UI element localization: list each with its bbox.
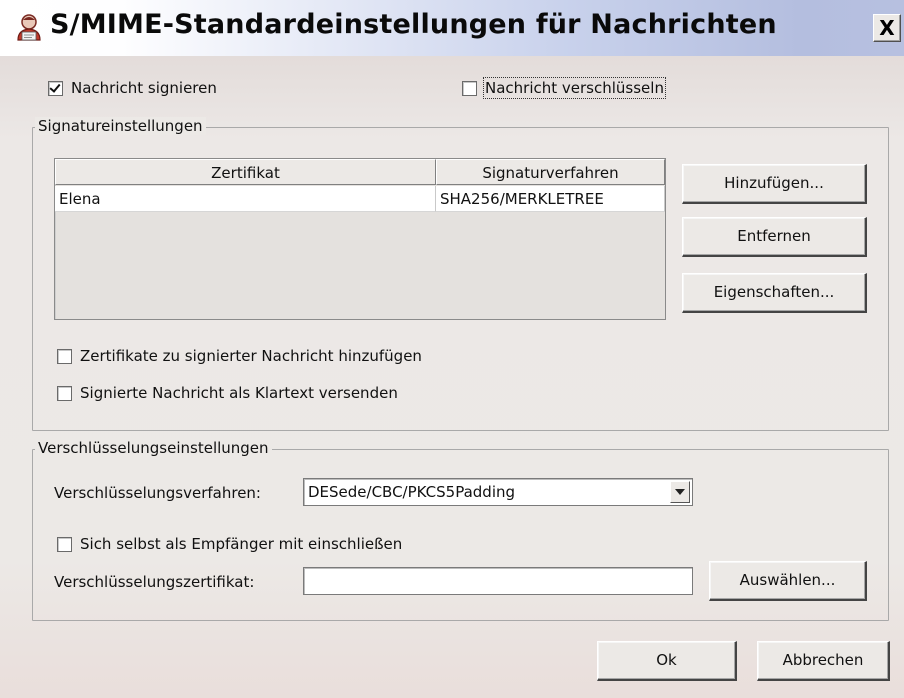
add-certificates-checkbox[interactable]: Zertifikate zu signierter Nachricht hinz… [57,347,422,365]
column-header-certificate[interactable]: Zertifikat [55,159,436,185]
include-self-label: Sich selbst als Empfänger mit einschließ… [80,535,403,553]
properties-button[interactable]: Eigenschaften... [682,273,867,313]
add-button[interactable]: Hinzufügen... [682,164,867,204]
ok-button[interactable]: Ok [597,641,737,681]
encryption-method-value: DESede/CBC/PKCS5Padding [308,483,516,501]
send-cleartext-label: Signierte Nachricht als Klartext versend… [80,384,398,402]
signature-settings-legend: Signatureinstellungen [35,117,206,135]
encryption-settings-legend: Verschlüsselungseinstellungen [35,439,272,457]
checkbox-unchecked-icon[interactable] [57,536,72,552]
checkbox-unchecked-icon[interactable] [57,348,72,364]
encryption-certificate-field[interactable] [303,567,693,595]
chevron-down-icon[interactable] [670,481,690,503]
smime-certificate-icon [17,14,41,41]
select-certificate-button[interactable]: Auswählen... [709,561,867,601]
encryption-certificate-label: Verschlüsselungszertifikat: [54,573,255,591]
remove-button[interactable]: Entfernen [682,217,867,257]
close-button[interactable]: X [873,14,901,42]
window-title: S/MIME-Standardeinstellungen für Nachric… [50,9,777,40]
certificate-table[interactable]: Zertifikat Signaturverfahren Elena SHA25… [54,158,666,320]
sign-message-checkbox[interactable]: Nachricht signieren [48,79,217,97]
title-bar: S/MIME-Standardeinstellungen für Nachric… [0,0,904,56]
encryption-method-label: Verschlüsselungsverfahren: [54,484,261,502]
checkbox-checked-icon[interactable] [48,80,63,96]
table-cell-certificate[interactable]: Elena [55,186,436,212]
smime-settings-dialog: S/MIME-Standardeinstellungen für Nachric… [0,0,904,698]
encrypt-message-label: Nachricht verschlüsseln [483,77,666,99]
column-header-signature-method[interactable]: Signaturverfahren [436,159,665,185]
sign-message-label: Nachricht signieren [71,79,217,97]
send-cleartext-checkbox[interactable]: Signierte Nachricht als Klartext versend… [57,384,398,402]
checkbox-unchecked-icon[interactable] [57,385,72,401]
encryption-method-select[interactable]: DESede/CBC/PKCS5Padding [303,478,693,506]
add-certificates-label: Zertifikate zu signierter Nachricht hinz… [80,347,422,365]
checkbox-unchecked-icon[interactable] [462,80,477,96]
cancel-button[interactable]: Abbrechen [757,641,890,681]
table-cell-signature-method[interactable]: SHA256/MERKLETREE [436,186,665,212]
include-self-checkbox[interactable]: Sich selbst als Empfänger mit einschließ… [57,535,402,553]
encrypt-message-checkbox[interactable]: Nachricht verschlüsseln [462,77,666,99]
